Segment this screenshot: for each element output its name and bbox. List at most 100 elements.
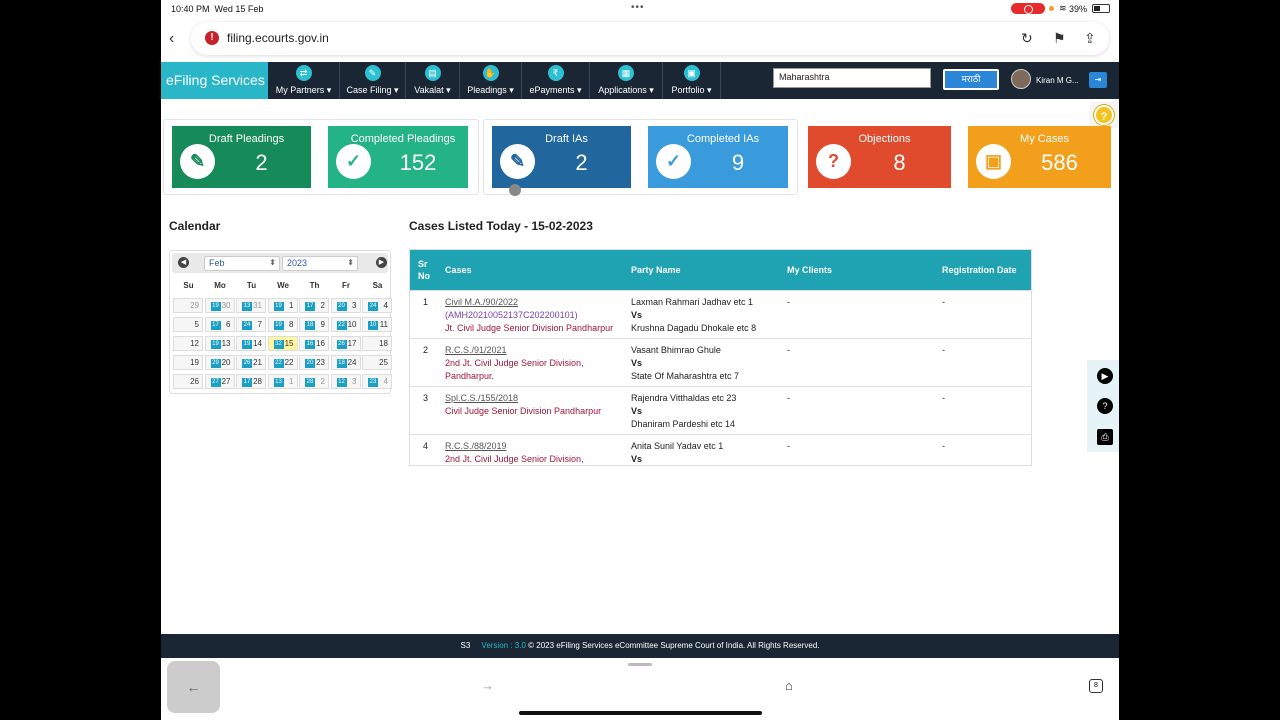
language-toggle-button[interactable]: मराठी [943,69,999,90]
case-number-link[interactable]: Spl.C.S./155/2018 [445,393,518,403]
case-count-badge: 22 [273,359,284,368]
menu-applications[interactable]: ▦ Applications ▾ [590,62,663,99]
user-name[interactable]: Kiran M G... [1036,76,1079,85]
case-number-link[interactable]: Civil M.A./90/2022 [445,297,518,307]
menu-epayments[interactable]: ₹ ePayments ▾ [522,62,590,99]
share-icon[interactable]: ⇪ [1084,30,1096,47]
case-count-badge: 22 [336,321,347,330]
home-icon[interactable]: ⌂ [785,678,793,693]
calendar-day[interactable]: 13 1 [267,374,298,389]
multitask-dots[interactable]: ••• [631,2,645,13]
toolbar-back-button[interactable]: ← [167,661,220,713]
calendar-day[interactable]: 25 [362,355,392,370]
arrow-right-icon[interactable]: → [481,678,494,693]
year-select[interactable]: 2023 [282,256,358,271]
calendar-day[interactable]: 12 [173,336,203,351]
case-number-link[interactable]: R.C.S./91/2021 [445,345,507,355]
brand-logo[interactable]: eFiling Services [161,62,268,99]
calendar-day[interactable]: 19 14 [236,336,266,351]
court-name: 2nd Jt. Civil Judge Senior Division, [445,358,584,368]
bookmark-icon[interactable]: ⚑ [1053,30,1066,47]
footer-code: S3 [460,641,471,650]
tabs-icon[interactable]: 8 [1089,679,1103,693]
calendar-day[interactable]: 19 1 [267,298,298,313]
calendar-day[interactable]: 18 9 [299,317,329,332]
case-count-badge: 27 [210,378,221,387]
calendar-day[interactable]: 20 23 [299,355,329,370]
calendar-day[interactable]: 22 10 [330,317,361,332]
menu-portfolio[interactable]: ▣ Portfolio ▾ [663,62,721,99]
browser-toolbar: ← → ⌂ 8 [161,658,1119,720]
reload-icon[interactable]: ↻ [1021,30,1033,47]
calendar-day[interactable]: 29 20 [204,355,235,370]
calendar-day[interactable]: 20 3 [330,298,361,313]
month-select[interactable]: Feb [204,256,280,271]
menu-my-partners[interactable]: ⇄ My Partners ▾ [268,62,340,99]
calendar-day[interactable]: 17 2 [299,298,329,313]
hands-icon: ✋ [482,65,499,81]
not-secure-icon[interactable]: ! [205,31,219,45]
case-number-link[interactable]: R.C.S./88/2019 [445,441,507,451]
calendar-day[interactable]: 26 17 [330,336,361,351]
card-draft-ias[interactable]: Draft IAs ✎ 2 [492,126,631,188]
calendar-day[interactable]: 29 [173,298,203,313]
browser-back-icon[interactable]: ‹ [169,30,174,48]
arrow-left-icon: ← [186,679,201,695]
user-avatar[interactable] [1011,69,1031,89]
calendar-day[interactable]: 19 [173,355,203,370]
card-draft-pleadings[interactable]: Draft Pleadings ✎ 2 [172,126,311,188]
calendar-day[interactable]: 13 31 [236,298,266,313]
court-name: 2nd Jt. Civil Judge Senior Division, [445,454,584,464]
calendar-day[interactable]: 17 28 [236,374,266,389]
play-icon[interactable]: ▶ [1097,368,1113,384]
th-my-clients: My Clients [787,265,833,275]
battery-percent: 39% [1069,4,1088,14]
calendar-day[interactable]: 16 16 [299,336,329,351]
party-1: Anita Sunil Yadav etc 1 [631,441,724,451]
calendar-dow: Tu [246,281,257,290]
card-completed-pleadings[interactable]: Completed Pleadings ✓ 152 [328,126,468,188]
calendar-day[interactable]: 26 21 [236,355,266,370]
menu-vakalat[interactable]: ▤ Vakalat ▾ [406,62,460,99]
prev-month-icon[interactable]: ◀ [178,257,189,268]
case-count-badge: 17 [242,378,252,387]
logout-button[interactable]: ⇥ [1089,72,1107,88]
address-bar[interactable]: ! filing.ecourts.gov.in ↻ ⚑ ⇪ [191,22,1109,55]
calendar-day[interactable]: 22 22 [267,355,298,370]
card-completed-ias[interactable]: Completed IAs ✓ 9 [648,126,788,188]
registration-date: - [942,441,945,451]
drag-handle[interactable] [628,663,652,666]
calendar-day[interactable]: 12 3 [330,374,361,389]
calendar-day[interactable]: 19 13 [204,336,235,351]
sr-no: 3 [423,393,429,403]
calendar-day[interactable]: 5 [173,317,203,332]
calendar-day[interactable]: 24 7 [236,317,266,332]
calendar-day[interactable]: 24 4 [362,298,392,313]
calendar-day[interactable]: 26 [173,374,203,389]
calendar-day[interactable]: 32 15 [267,336,298,351]
vs-label: Vs [631,358,643,368]
next-month-icon[interactable]: ▶ [376,257,387,268]
recording-indicator-icon[interactable] [1011,3,1045,14]
menu-case-filing[interactable]: ✎ Case Filing ▾ [340,62,406,99]
calendar-day[interactable]: 27 27 [204,374,235,389]
calendar-day[interactable]: 28 2 [299,374,329,389]
calendar-day[interactable]: 18 24 [330,355,361,370]
calendar-day[interactable]: 10 11 [362,317,392,332]
calendar-day[interactable]: 23 4 [362,374,392,389]
card-my-cases[interactable]: My Cases ▣ 586 [968,126,1111,188]
case-count-badge: 13 [242,302,252,311]
pdf-icon[interactable]: ⎙ [1097,429,1113,445]
card-title: Draft Pleadings [208,133,285,145]
menu-pleadings[interactable]: ✋ Pleadings ▾ [460,62,522,99]
card-objections[interactable]: Objections ? 8 [808,126,951,188]
case-count-badge: 19 [210,302,221,311]
help-icon[interactable]: ? [1097,398,1113,414]
state-selector-input[interactable]: Maharashtra [773,68,931,88]
url-text[interactable]: filing.ecourts.gov.in [227,31,329,45]
calendar-day[interactable]: 19 30 [204,298,235,313]
calendar-day[interactable]: 18 [362,336,392,351]
calendar-day[interactable]: 17 6 [204,317,235,332]
help-button[interactable]: ? [1089,102,1119,128]
calendar-day[interactable]: 19 8 [267,317,298,332]
